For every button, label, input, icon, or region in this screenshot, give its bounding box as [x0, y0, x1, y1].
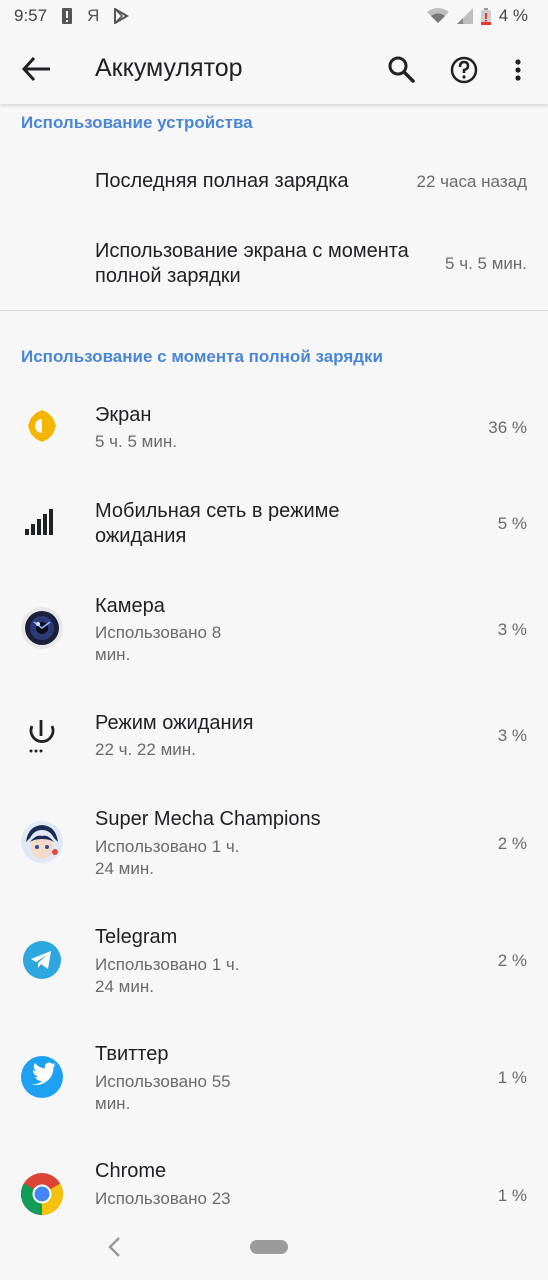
item-title-line1: Мобильная сеть в режиме [95, 500, 340, 522]
item-title: Telegram [95, 926, 178, 948]
battery-icon [480, 7, 491, 25]
item-title: Экран [95, 404, 152, 426]
item-subtitle-line2: 24 мин. [95, 977, 154, 996]
item-title-line2: ожидания [95, 525, 187, 547]
divider [0, 310, 548, 311]
item-subtitle-line1: Использовано 23 [95, 1189, 231, 1208]
item-percent: 36 % [488, 418, 527, 437]
item-percent: 3 % [497, 726, 527, 745]
item-subtitle-line1: Использовано 1 ч. [95, 837, 240, 856]
twitter-app-icon [21, 1056, 63, 1098]
item-title: Chrome [95, 1160, 167, 1182]
item-percent: 3 % [497, 620, 527, 639]
row-value: 22 часа назад [416, 172, 527, 191]
battery-percent: 4 % [498, 6, 528, 25]
item-subtitle-line1: Использовано 55 [95, 1072, 231, 1091]
play-store-icon [114, 8, 130, 24]
section-header-device-usage: Использование устройства [21, 113, 253, 132]
cell-signal-icon [25, 509, 53, 535]
telegram-app-icon [23, 941, 61, 979]
item-subtitle-line1: Использовано 1 ч. [95, 955, 240, 974]
yandex-icon: Я [87, 6, 100, 25]
item-percent: 2 % [497, 834, 527, 853]
power-icon [29, 720, 55, 753]
clock: 9:57 [14, 6, 48, 25]
item-subtitle-line2: мин. [95, 645, 131, 664]
row-value: 5 ч. 5 мин. [445, 254, 527, 273]
more-options-icon[interactable] [500, 52, 536, 88]
item-subtitle: 22 ч. 22 мин. [95, 740, 196, 759]
item-subtitle: 5 ч. 5 мин. [95, 432, 177, 451]
nav-back-icon[interactable] [106, 1236, 124, 1258]
item-percent: 2 % [497, 951, 527, 970]
brightness-icon [28, 410, 56, 442]
wifi-icon [426, 8, 449, 23]
chrome-app-icon [20, 1173, 64, 1215]
row-title: Последняя полная зарядка [95, 170, 349, 192]
search-icon[interactable] [384, 52, 420, 88]
row-title-line1: Использование экрана с момента [95, 240, 409, 262]
item-percent: 1 % [497, 1068, 527, 1087]
item-title: Super Mecha Champions [95, 808, 321, 830]
item-title: Твиттер [95, 1043, 169, 1065]
item-subtitle-line2: мин. [95, 1094, 131, 1113]
item-percent: 5 % [497, 514, 527, 533]
page-title: Аккумулятор [95, 54, 243, 82]
item-title: Режим ожидания [95, 712, 254, 734]
section-header-since-full-charge: Использование с момента полной зарядки [21, 347, 383, 366]
item-subtitle-line1: Использовано 8 [95, 623, 222, 642]
app-bar: Аккумулятор [0, 34, 548, 104]
status-bar: 9:57 Я 4 % [0, 0, 548, 34]
camera-app-icon [21, 607, 63, 649]
item-percent: 1 % [497, 1186, 527, 1205]
item-subtitle-line2: 24 мин. [95, 859, 154, 878]
back-arrow-icon[interactable] [20, 55, 54, 83]
help-icon[interactable] [446, 52, 482, 88]
row-title-line2: полной зарядки [95, 265, 241, 287]
super-mecha-champions-app-icon [21, 821, 63, 863]
item-title: Камера [95, 595, 165, 617]
cell-signal-icon-status [456, 8, 473, 24]
nav-home-pill[interactable] [250, 1240, 288, 1254]
alert-icon [62, 8, 73, 24]
